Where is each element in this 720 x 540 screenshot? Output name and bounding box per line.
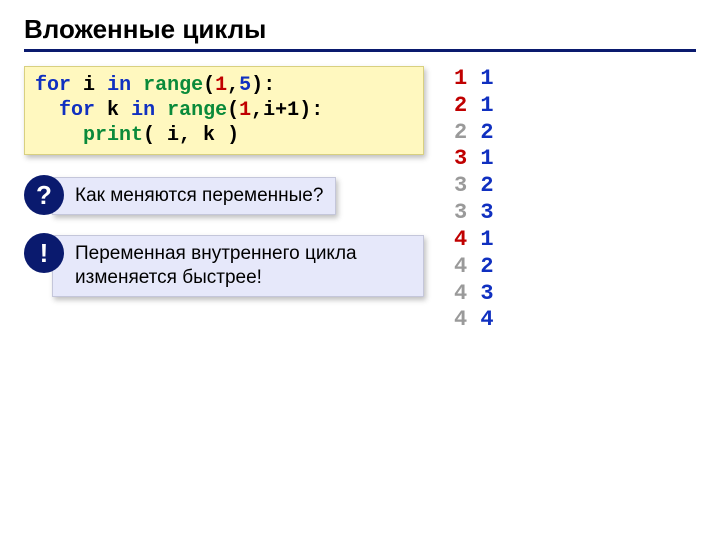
- exclamation-icon: !: [24, 233, 64, 273]
- output-k: 1: [480, 93, 493, 118]
- output-row: 4 1: [454, 227, 494, 254]
- output-i: 3: [454, 200, 467, 225]
- output-row: 3 2: [454, 173, 494, 200]
- output-k: 2: [480, 173, 493, 198]
- slide-title: Вложенные циклы: [24, 14, 696, 52]
- output-k: 4: [480, 307, 493, 332]
- output-i: 4: [454, 254, 467, 279]
- output-row: 2 2: [454, 120, 494, 147]
- output-i: 4: [454, 307, 467, 332]
- code-line-3: print( i, k ): [35, 124, 239, 147]
- left-column: for i in range(1,5): for k in range(1,i+…: [24, 66, 424, 317]
- question-callout: ? Как меняются переменные?: [24, 177, 424, 215]
- output-k: 1: [480, 227, 493, 252]
- question-text: Как меняются переменные?: [52, 177, 336, 215]
- slide: Вложенные циклы for i in range(1,5): for…: [0, 0, 720, 334]
- output-i: 4: [454, 227, 467, 252]
- output-row: 3 1: [454, 146, 494, 173]
- output-k: 2: [480, 254, 493, 279]
- output-i: 2: [454, 93, 467, 118]
- output-i: 3: [454, 146, 467, 171]
- output-row: 4 2: [454, 254, 494, 281]
- code-block: for i in range(1,5): for k in range(1,i+…: [24, 66, 424, 155]
- output-row: 3 3: [454, 200, 494, 227]
- output-k: 3: [480, 200, 493, 225]
- output-i: 2: [454, 120, 467, 145]
- content-columns: for i in range(1,5): for k in range(1,i+…: [24, 66, 696, 334]
- output-row: 4 3: [454, 281, 494, 308]
- output-row: 1 1: [454, 66, 494, 93]
- exclamation-text: Переменная внутреннего цикла изменяется …: [52, 235, 424, 297]
- output-row: 2 1: [454, 93, 494, 120]
- code-line-1: for i in range(1,5):: [35, 74, 275, 97]
- output-k: 3: [480, 281, 493, 306]
- output-k: 1: [480, 66, 493, 91]
- exclamation-callout: ! Переменная внутреннего цикла изменяетс…: [24, 235, 424, 297]
- output-column: 1 12 12 23 13 23 34 14 24 34 4: [454, 66, 494, 334]
- output-k: 2: [480, 120, 493, 145]
- output-i: 3: [454, 173, 467, 198]
- output-i: 4: [454, 281, 467, 306]
- output-k: 1: [480, 146, 493, 171]
- code-line-2: for k in range(1,i+1):: [35, 99, 323, 122]
- output-i: 1: [454, 66, 467, 91]
- output-row: 4 4: [454, 307, 494, 334]
- question-icon: ?: [24, 175, 64, 215]
